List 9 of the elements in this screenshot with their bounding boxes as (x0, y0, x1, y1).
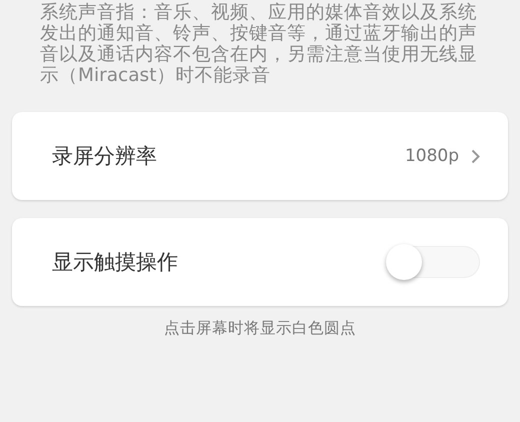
setting-label: 显示触摸操作 (52, 249, 179, 276)
setting-row[interactable]: 录屏分辨率 1080p (12, 112, 508, 200)
setting-value: 1080p (404, 146, 459, 166)
setting-label: 录屏分辨率 (52, 143, 158, 170)
setting-row[interactable]: 显示触摸操作 (12, 218, 508, 306)
hint-text: 点击屏幕时将显示白色圆点 (163, 318, 357, 339)
chevron-icon (471, 148, 480, 164)
description-text: 系统声音指：音乐、视频、应用的媒体音效以及系统发出的通知音、铃声、按键音等，通过蓝牙输出的声音以及通话内容不包含在内，另需注意当使用无线显示（Miracast）时不能录音 (39, 1, 478, 86)
toggle-switch[interactable] (388, 246, 480, 278)
